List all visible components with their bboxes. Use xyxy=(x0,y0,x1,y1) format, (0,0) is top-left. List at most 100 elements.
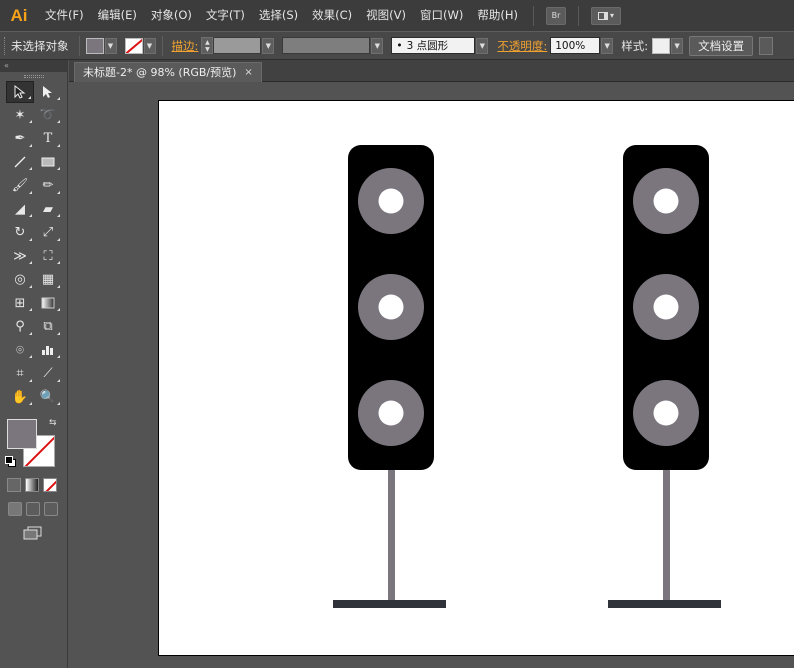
gradient-mode-button[interactable] xyxy=(25,478,39,492)
menu-object[interactable]: 对象(O) xyxy=(144,0,199,31)
free-transform-tool-icon[interactable]: ⛶ xyxy=(34,245,62,267)
menu-file[interactable]: 文件(F) xyxy=(38,0,91,31)
brush-label: 3 点圆形 xyxy=(406,40,449,52)
rectangle-tool-icon[interactable] xyxy=(34,151,62,173)
menu-effect[interactable]: 效果(C) xyxy=(305,0,359,31)
divider xyxy=(161,35,163,56)
speaker-pole[interactable] xyxy=(388,470,395,602)
default-fill-stroke-icon[interactable] xyxy=(5,456,16,467)
document-tab[interactable]: 未标题-2* @ 98% (RGB/预览) × xyxy=(74,62,262,82)
scale-tool-icon[interactable]: ⤢ xyxy=(34,222,62,244)
bridge-button[interactable]: Br xyxy=(545,6,566,25)
paintbrush-tool-icon[interactable]: 🖌 xyxy=(6,175,34,197)
canvas[interactable] xyxy=(69,83,794,668)
symbol-sprayer-tool-icon[interactable]: ⌾ xyxy=(6,339,34,361)
menu-help[interactable]: 帮助(H) xyxy=(470,0,525,31)
layout-grid-icon xyxy=(597,11,608,20)
close-icon[interactable]: × xyxy=(244,63,252,83)
none-mode-button[interactable] xyxy=(43,478,57,492)
hand-tool-icon[interactable]: ✋ xyxy=(6,386,34,408)
none-slash-icon xyxy=(125,38,142,53)
zoom-tool-icon[interactable]: 🔍 xyxy=(34,386,62,408)
eraser-tool-icon[interactable]: ▰ xyxy=(34,198,62,220)
stroke-weight-dropdown[interactable]: ▼ xyxy=(262,37,275,54)
stroke-swatch[interactable] xyxy=(124,37,143,54)
rotate-tool-icon[interactable]: ↻ xyxy=(6,222,34,244)
magic-wand-tool-icon[interactable]: ✶ xyxy=(6,104,34,126)
fill-dropdown[interactable]: ▼ xyxy=(104,37,117,54)
shape-builder-tool-icon[interactable]: ◎ xyxy=(6,269,34,291)
menu-type[interactable]: 文字(T) xyxy=(199,0,252,31)
tools-panel: « ✶ ➰ ✒ T 🖌 ✏ ◢ ▰ ↻ ⤢ ≫ ⛶ ◎ ▦ ⊞ ⚲ ⧉ ⌾ ⌗ … xyxy=(0,60,68,668)
selection-tool-icon[interactable] xyxy=(6,80,34,103)
speaker-base[interactable] xyxy=(608,600,721,608)
color-mode-button[interactable] xyxy=(7,478,21,492)
direct-selection-tool-icon[interactable] xyxy=(34,81,62,103)
swap-fill-stroke-icon[interactable]: ⇆ xyxy=(49,418,57,428)
stroke-panel-link[interactable]: 描边: xyxy=(169,38,202,54)
profile-dropdown[interactable]: ▼ xyxy=(371,37,384,54)
blend-tool-icon[interactable]: ⧉ xyxy=(34,316,62,338)
dot-icon: • xyxy=(396,39,403,52)
menu-divider xyxy=(577,5,579,26)
speaker-dust-cap[interactable] xyxy=(378,400,404,426)
brush-dropdown[interactable]: ▼ xyxy=(476,37,489,54)
stroke-dropdown[interactable]: ▼ xyxy=(143,37,156,54)
opacity-field[interactable]: 100% xyxy=(550,37,601,54)
brush-definition[interactable]: • 3 点圆形 xyxy=(391,37,476,54)
document-setup-button[interactable]: 文档设置 xyxy=(689,35,754,56)
selection-status: 未选择对象 xyxy=(11,38,69,53)
color-mode-row xyxy=(7,478,57,492)
mesh-tool-icon[interactable]: ⊞ xyxy=(6,292,34,314)
menu-edit[interactable]: 编辑(E) xyxy=(91,0,144,31)
opacity-dropdown[interactable]: ▼ xyxy=(601,37,614,54)
speaker-dust-cap[interactable] xyxy=(378,188,404,214)
draw-behind-button[interactable] xyxy=(26,502,40,516)
gradient-tool-icon[interactable] xyxy=(34,292,62,314)
speaker-dust-cap[interactable] xyxy=(378,294,404,320)
lasso-tool-icon[interactable]: ➰ xyxy=(34,104,62,126)
speaker-dust-cap[interactable] xyxy=(653,294,679,320)
speaker-base[interactable] xyxy=(333,600,446,608)
illustrator-window: Ai 文件(F) 编辑(E) 对象(O) 文字(T) 选择(S) 效果(C) 视… xyxy=(0,0,794,668)
stroke-weight-field[interactable] xyxy=(213,37,262,54)
arrange-documents-button[interactable]: ▾ xyxy=(590,6,621,25)
artwork xyxy=(333,145,721,608)
chevron-down-icon: ▾ xyxy=(609,11,614,20)
document-title: 未标题-2* @ 98% (RGB/预览) xyxy=(83,65,237,79)
screen-mode-icon[interactable] xyxy=(23,526,43,540)
stroke-weight-stepper[interactable]: ▲ ▼ xyxy=(201,37,214,54)
speaker-dust-cap[interactable] xyxy=(653,188,679,214)
menu-window[interactable]: 窗口(W) xyxy=(413,0,470,31)
pencil-tool-icon[interactable]: ✏ xyxy=(34,175,62,197)
fill-swatch[interactable] xyxy=(85,37,104,54)
opacity-link[interactable]: 不透明度: xyxy=(494,38,550,54)
column-graph-tool-icon[interactable] xyxy=(34,339,62,361)
blob-brush-tool-icon[interactable]: ◢ xyxy=(6,198,34,220)
style-dropdown[interactable]: ▼ xyxy=(671,37,684,54)
menu-divider xyxy=(532,5,534,26)
fill-stroke-control: ⇆ xyxy=(5,416,63,474)
fill-color-swatch[interactable] xyxy=(7,419,37,449)
control-bar: 未选择对象 ▼ ▼ 描边: ▲ ▼ ▼ ▼ • 3 点圆形 ▼ 不透明度: 100… xyxy=(0,31,794,60)
width-tool-icon[interactable]: ≫ xyxy=(6,245,34,267)
variable-width-profile[interactable] xyxy=(282,37,371,54)
menu-select[interactable]: 选择(S) xyxy=(252,0,305,31)
artboard-tool-icon[interactable]: ⌗ xyxy=(6,363,34,385)
perspective-grid-tool-icon[interactable]: ▦ xyxy=(34,269,62,291)
line-segment-tool-icon[interactable] xyxy=(6,151,34,173)
type-tool-icon[interactable]: T xyxy=(34,128,62,150)
overflow-button[interactable] xyxy=(759,36,774,55)
panel-collapse-button[interactable]: « xyxy=(0,60,67,72)
panel-grip[interactable] xyxy=(0,72,67,80)
slice-tool-icon[interactable]: ⟋ xyxy=(34,363,62,385)
eyedropper-tool-icon[interactable]: ⚲ xyxy=(6,316,34,338)
graphic-style-swatch[interactable] xyxy=(652,37,671,54)
app-logo: Ai xyxy=(10,5,28,25)
draw-inside-button[interactable] xyxy=(44,502,58,516)
draw-normal-button[interactable] xyxy=(8,502,22,516)
pen-tool-icon[interactable]: ✒ xyxy=(6,128,34,150)
menu-view[interactable]: 视图(V) xyxy=(359,0,413,31)
speaker-dust-cap[interactable] xyxy=(653,400,679,426)
speaker-pole[interactable] xyxy=(663,470,670,602)
